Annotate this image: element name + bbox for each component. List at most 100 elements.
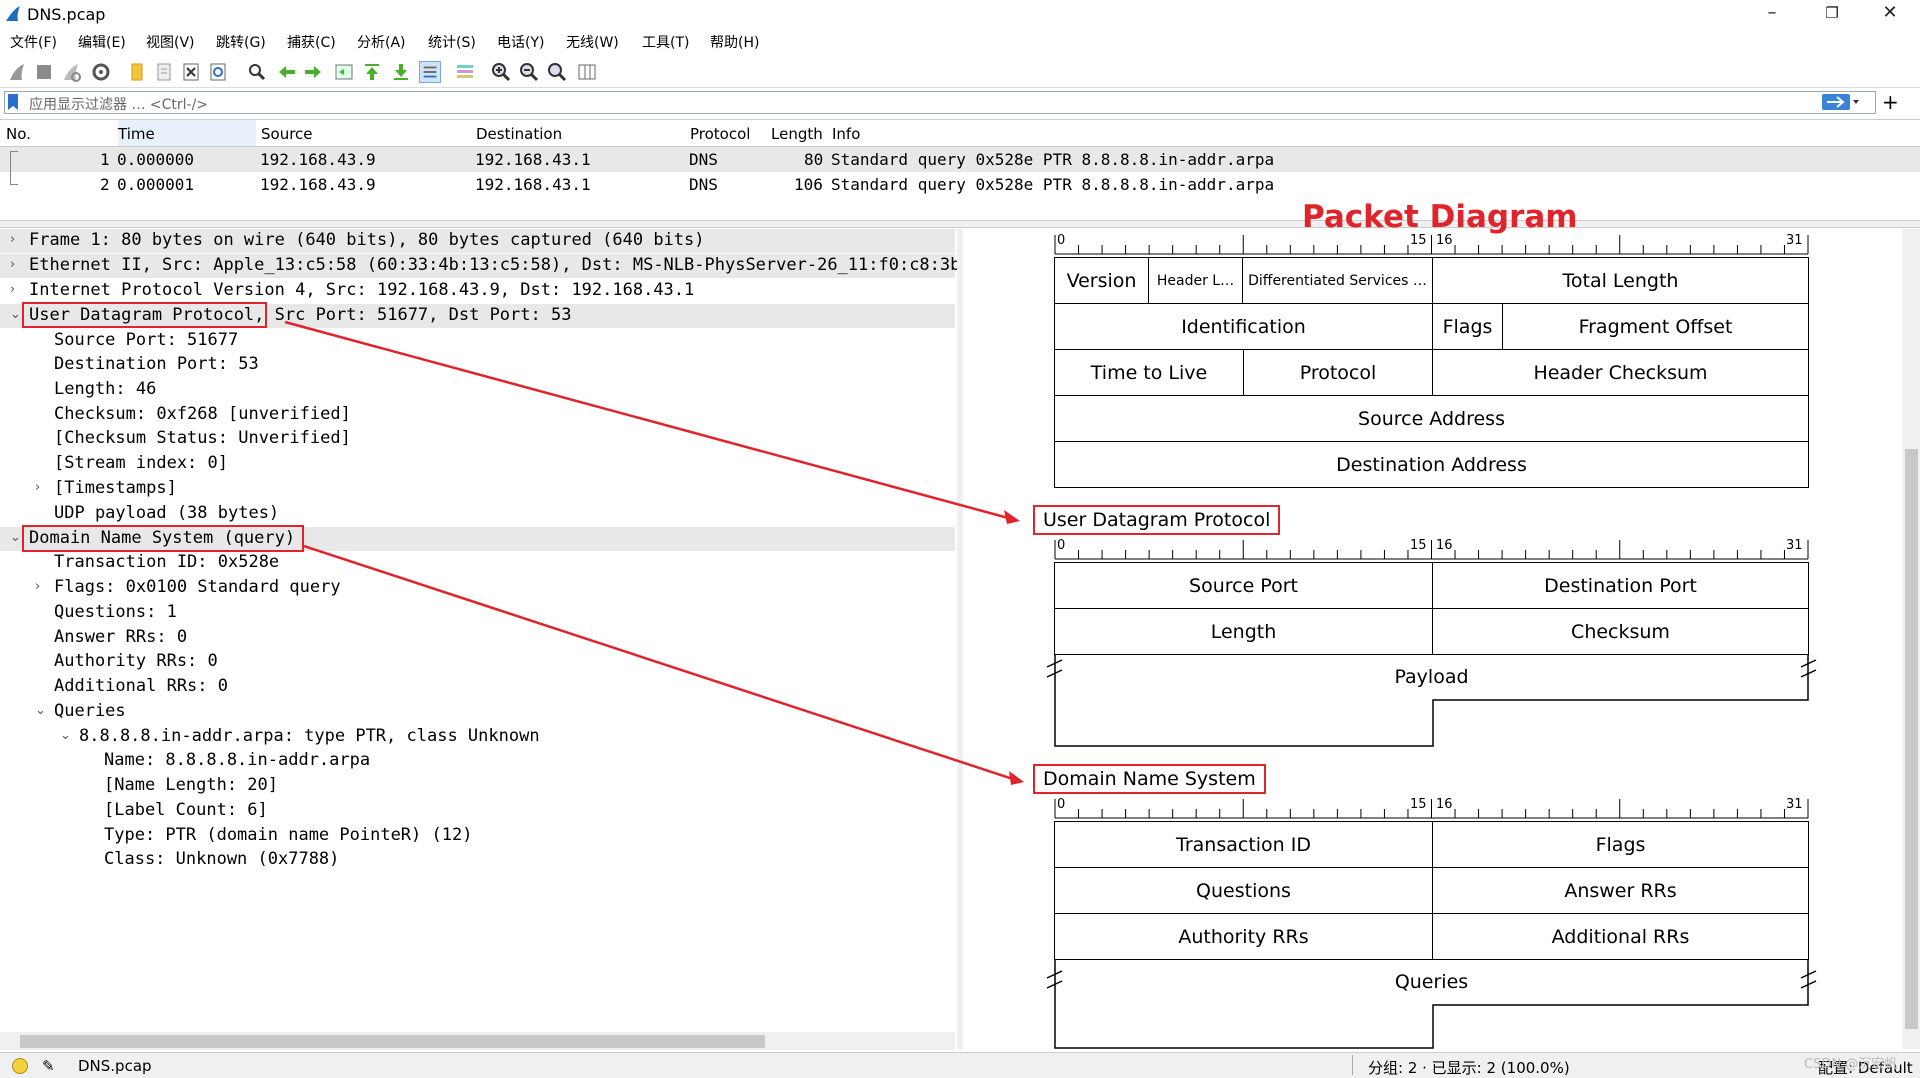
go-first-packet-icon[interactable] xyxy=(361,61,383,83)
udp-field-length[interactable]: Length xyxy=(1054,608,1433,655)
bookmark-icon[interactable] xyxy=(8,94,18,110)
udp-field-checksum[interactable]: Checksum xyxy=(1432,608,1809,655)
column-header-destination[interactable]: Destination xyxy=(476,125,562,143)
tree-item-ipv4[interactable]: › Internet Protocol Version 4, Src: 192.1… xyxy=(0,279,955,303)
expand-arrow-icon[interactable]: › xyxy=(35,480,40,495)
details-horizontal-scrollbar[interactable] xyxy=(0,1032,955,1050)
menu-tools[interactable]: 工具(T) xyxy=(642,32,689,52)
go-to-packet-icon[interactable] xyxy=(333,61,355,83)
tree-item-flags[interactable]: › Flags: 0x0100 Standard query xyxy=(0,576,955,600)
restart-capture-icon[interactable] xyxy=(60,61,82,83)
ip-field-version[interactable]: Version xyxy=(1054,257,1149,304)
column-header-no[interactable]: No. xyxy=(6,125,31,143)
ip-field-header-checksum[interactable]: Header Checksum xyxy=(1432,349,1809,396)
zoom-normal-icon[interactable] xyxy=(546,61,568,83)
menu-go[interactable]: 跳转(G) xyxy=(216,32,266,52)
tree-item-ethernet[interactable]: › Ethernet II, Src: Apple_13:c5:58 (60:33… xyxy=(0,254,960,278)
tree-item[interactable]: [Label Count: 6] xyxy=(0,799,955,823)
resize-columns-icon[interactable] xyxy=(576,61,598,83)
column-header-length[interactable]: Length xyxy=(771,125,823,143)
capture-options-icon[interactable] xyxy=(90,61,112,83)
tree-item[interactable]: Type: PTR (domain name PointeR) (12) xyxy=(0,824,955,848)
tree-item[interactable]: Destination Port: 53 xyxy=(0,353,955,377)
menu-help[interactable]: 帮助(H) xyxy=(710,32,759,52)
tree-item[interactable]: [Checksum Status: Unverified] xyxy=(0,427,955,451)
udp-field-payload[interactable]: Payload xyxy=(1054,654,1809,747)
scrollbar-thumb[interactable] xyxy=(1905,449,1918,1029)
colorize-icon[interactable] xyxy=(454,61,476,83)
tree-item[interactable]: [Name Length: 20] xyxy=(0,774,955,798)
ip-field-ttl[interactable]: Time to Live xyxy=(1054,349,1244,396)
menu-capture[interactable]: 捕获(C) xyxy=(287,32,336,52)
tree-item[interactable]: Checksum: 0xf268 [unverified] xyxy=(0,403,955,427)
expand-arrow-icon[interactable]: › xyxy=(10,232,15,247)
column-header-source[interactable]: Source xyxy=(261,125,313,143)
apply-filter-arrow-icon[interactable] xyxy=(1822,93,1860,111)
ip-field-fragment-offset[interactable]: Fragment Offset xyxy=(1502,303,1809,350)
dns-field-queries[interactable]: Queries xyxy=(1054,959,1809,1049)
tree-item[interactable]: UDP payload (38 bytes) xyxy=(0,502,955,526)
go-forward-icon[interactable] xyxy=(302,61,324,83)
tree-item-queries[interactable]: ⌄ Queries xyxy=(0,700,955,724)
tree-item-frame[interactable]: › Frame 1: 80 bytes on wire (640 bits), 8… xyxy=(0,229,955,253)
ip-field-identification[interactable]: Identification xyxy=(1054,303,1433,350)
zoom-out-icon[interactable] xyxy=(518,61,540,83)
dns-field-transaction-id[interactable]: Transaction ID xyxy=(1054,821,1433,868)
display-filter-input[interactable]: 应用显示过滤器 … <Ctrl-/> xyxy=(4,91,1876,114)
dns-field-answer-rrs[interactable]: Answer RRs xyxy=(1432,867,1809,914)
collapse-arrow-icon[interactable]: ⌄ xyxy=(10,307,21,322)
close-file-icon[interactable] xyxy=(180,61,202,83)
udp-field-destination-port[interactable]: Destination Port xyxy=(1432,562,1809,609)
tree-item[interactable]: Additional RRs: 0 xyxy=(0,675,955,699)
expand-arrow-icon[interactable]: › xyxy=(10,257,15,272)
menu-edit[interactable]: 编辑(E) xyxy=(78,32,126,52)
packet-row[interactable]: 1 0.000000 192.168.43.9 192.168.43.1 DNS… xyxy=(0,147,1920,185)
expand-arrow-icon[interactable]: › xyxy=(10,282,15,297)
collapse-arrow-icon[interactable]: ⌄ xyxy=(35,703,46,718)
tree-item[interactable]: [Stream index: 0] xyxy=(0,452,955,476)
open-file-icon[interactable] xyxy=(126,61,148,83)
ip-field-flags[interactable]: Flags xyxy=(1432,303,1503,350)
pane-splitter[interactable] xyxy=(0,220,1920,228)
packet-row[interactable]: 2 0.000001 192.168.43.9 192.168.43.1 DNS… xyxy=(0,172,1920,197)
collapse-arrow-icon[interactable]: ⌄ xyxy=(60,728,71,743)
udp-field-source-port[interactable]: Source Port xyxy=(1054,562,1433,609)
capture-comment-icon[interactable]: ✎ xyxy=(42,1057,55,1075)
scrollbar-thumb[interactable] xyxy=(20,1035,765,1048)
tree-item[interactable]: Source Port: 51677 xyxy=(0,329,955,353)
tree-item-query[interactable]: ⌄ 8.8.8.8.in-addr.arpa: type PTR, class U… xyxy=(0,725,955,749)
menu-file[interactable]: 文件(F) xyxy=(10,32,57,52)
autoscroll-icon[interactable] xyxy=(419,61,441,83)
menu-wireless[interactable]: 无线(W) xyxy=(566,32,619,52)
dns-field-flags[interactable]: Flags xyxy=(1432,821,1809,868)
expand-arrow-icon[interactable]: › xyxy=(35,579,40,594)
ip-field-source-address[interactable]: Source Address xyxy=(1054,395,1809,442)
ip-field-dscp[interactable]: Differentiated Services … xyxy=(1242,257,1433,304)
menu-analyze[interactable]: 分析(A) xyxy=(357,32,406,52)
close-button[interactable]: ✕ xyxy=(1868,2,1912,23)
ip-field-header-length[interactable]: Header L… xyxy=(1148,257,1243,304)
tree-item[interactable]: Class: Unknown (0x7788) xyxy=(0,848,955,872)
tree-item[interactable]: Length: 46 xyxy=(0,378,955,402)
tree-item[interactable]: Authority RRs: 0 xyxy=(0,650,955,674)
menu-view[interactable]: 视图(V) xyxy=(146,32,195,52)
menu-telephony[interactable]: 电话(Y) xyxy=(497,32,544,52)
column-header-protocol[interactable]: Protocol xyxy=(690,125,750,143)
tree-item[interactable]: Transaction ID: 0x528e xyxy=(0,551,955,575)
menu-statistics[interactable]: 统计(S) xyxy=(428,32,476,52)
go-last-packet-icon[interactable] xyxy=(390,61,412,83)
expert-info-icon[interactable] xyxy=(12,1058,28,1074)
dns-field-additional-rrs[interactable]: Additional RRs xyxy=(1432,913,1809,960)
go-back-icon[interactable] xyxy=(276,61,298,83)
dns-field-authority-rrs[interactable]: Authority RRs xyxy=(1054,913,1433,960)
add-filter-button[interactable]: + xyxy=(1882,90,1899,114)
minimize-button[interactable]: – xyxy=(1750,2,1794,23)
tree-item[interactable]: Name: 8.8.8.8.in-addr.arpa xyxy=(0,749,955,773)
reload-file-icon[interactable] xyxy=(207,61,229,83)
tree-item-timestamps[interactable]: › [Timestamps] xyxy=(0,477,955,501)
column-header-time[interactable]: Time xyxy=(118,120,256,146)
save-file-icon[interactable] xyxy=(153,61,175,83)
ip-field-destination-address[interactable]: Destination Address xyxy=(1054,441,1809,488)
column-header-info[interactable]: Info xyxy=(832,125,860,143)
diagram-vertical-scrollbar[interactable] xyxy=(1902,229,1920,1049)
